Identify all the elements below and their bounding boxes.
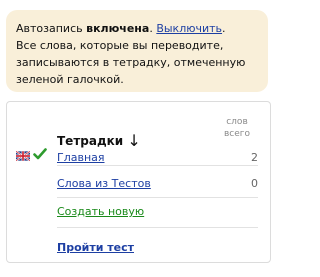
autosave-notice: Автозапись включена. Выключить. Все слов…	[6, 10, 268, 92]
notebooks-title: Тетрадки	[57, 134, 124, 148]
words-header-line2: всего	[223, 129, 251, 139]
create-notebook-link[interactable]: Создать новую	[57, 205, 144, 218]
notice-end: .	[222, 22, 226, 35]
notice-text: Все слова, которые вы переводите, записы…	[16, 39, 246, 86]
notebook-main-link[interactable]: Главная	[57, 151, 105, 164]
notebooks-header[interactable]: Тетрадки ↓	[57, 130, 141, 150]
words-header-line1: слов	[226, 117, 248, 127]
disable-autosave-link[interactable]: Выключить	[156, 22, 222, 35]
divider	[57, 165, 258, 166]
notebook-tests-link[interactable]: Слова из Тестов	[57, 177, 151, 190]
notice-prefix: Автозапись	[16, 22, 87, 35]
green-check-icon	[33, 148, 47, 160]
uk-flag-icon	[16, 151, 30, 161]
notebooks-panel: слов всего Тетрадки ↓ Главная 2 Слова из…	[6, 101, 271, 263]
sort-arrow-icon: ↓	[127, 131, 141, 150]
take-test-link[interactable]: Пройти тест	[57, 241, 134, 254]
autosave-status: включена	[86, 22, 150, 35]
notebook-tests-count: 0	[251, 177, 258, 190]
divider	[57, 197, 258, 198]
words-total-header: слов всего	[217, 116, 257, 140]
notebook-main-count: 2	[251, 151, 258, 164]
divider	[57, 227, 258, 228]
